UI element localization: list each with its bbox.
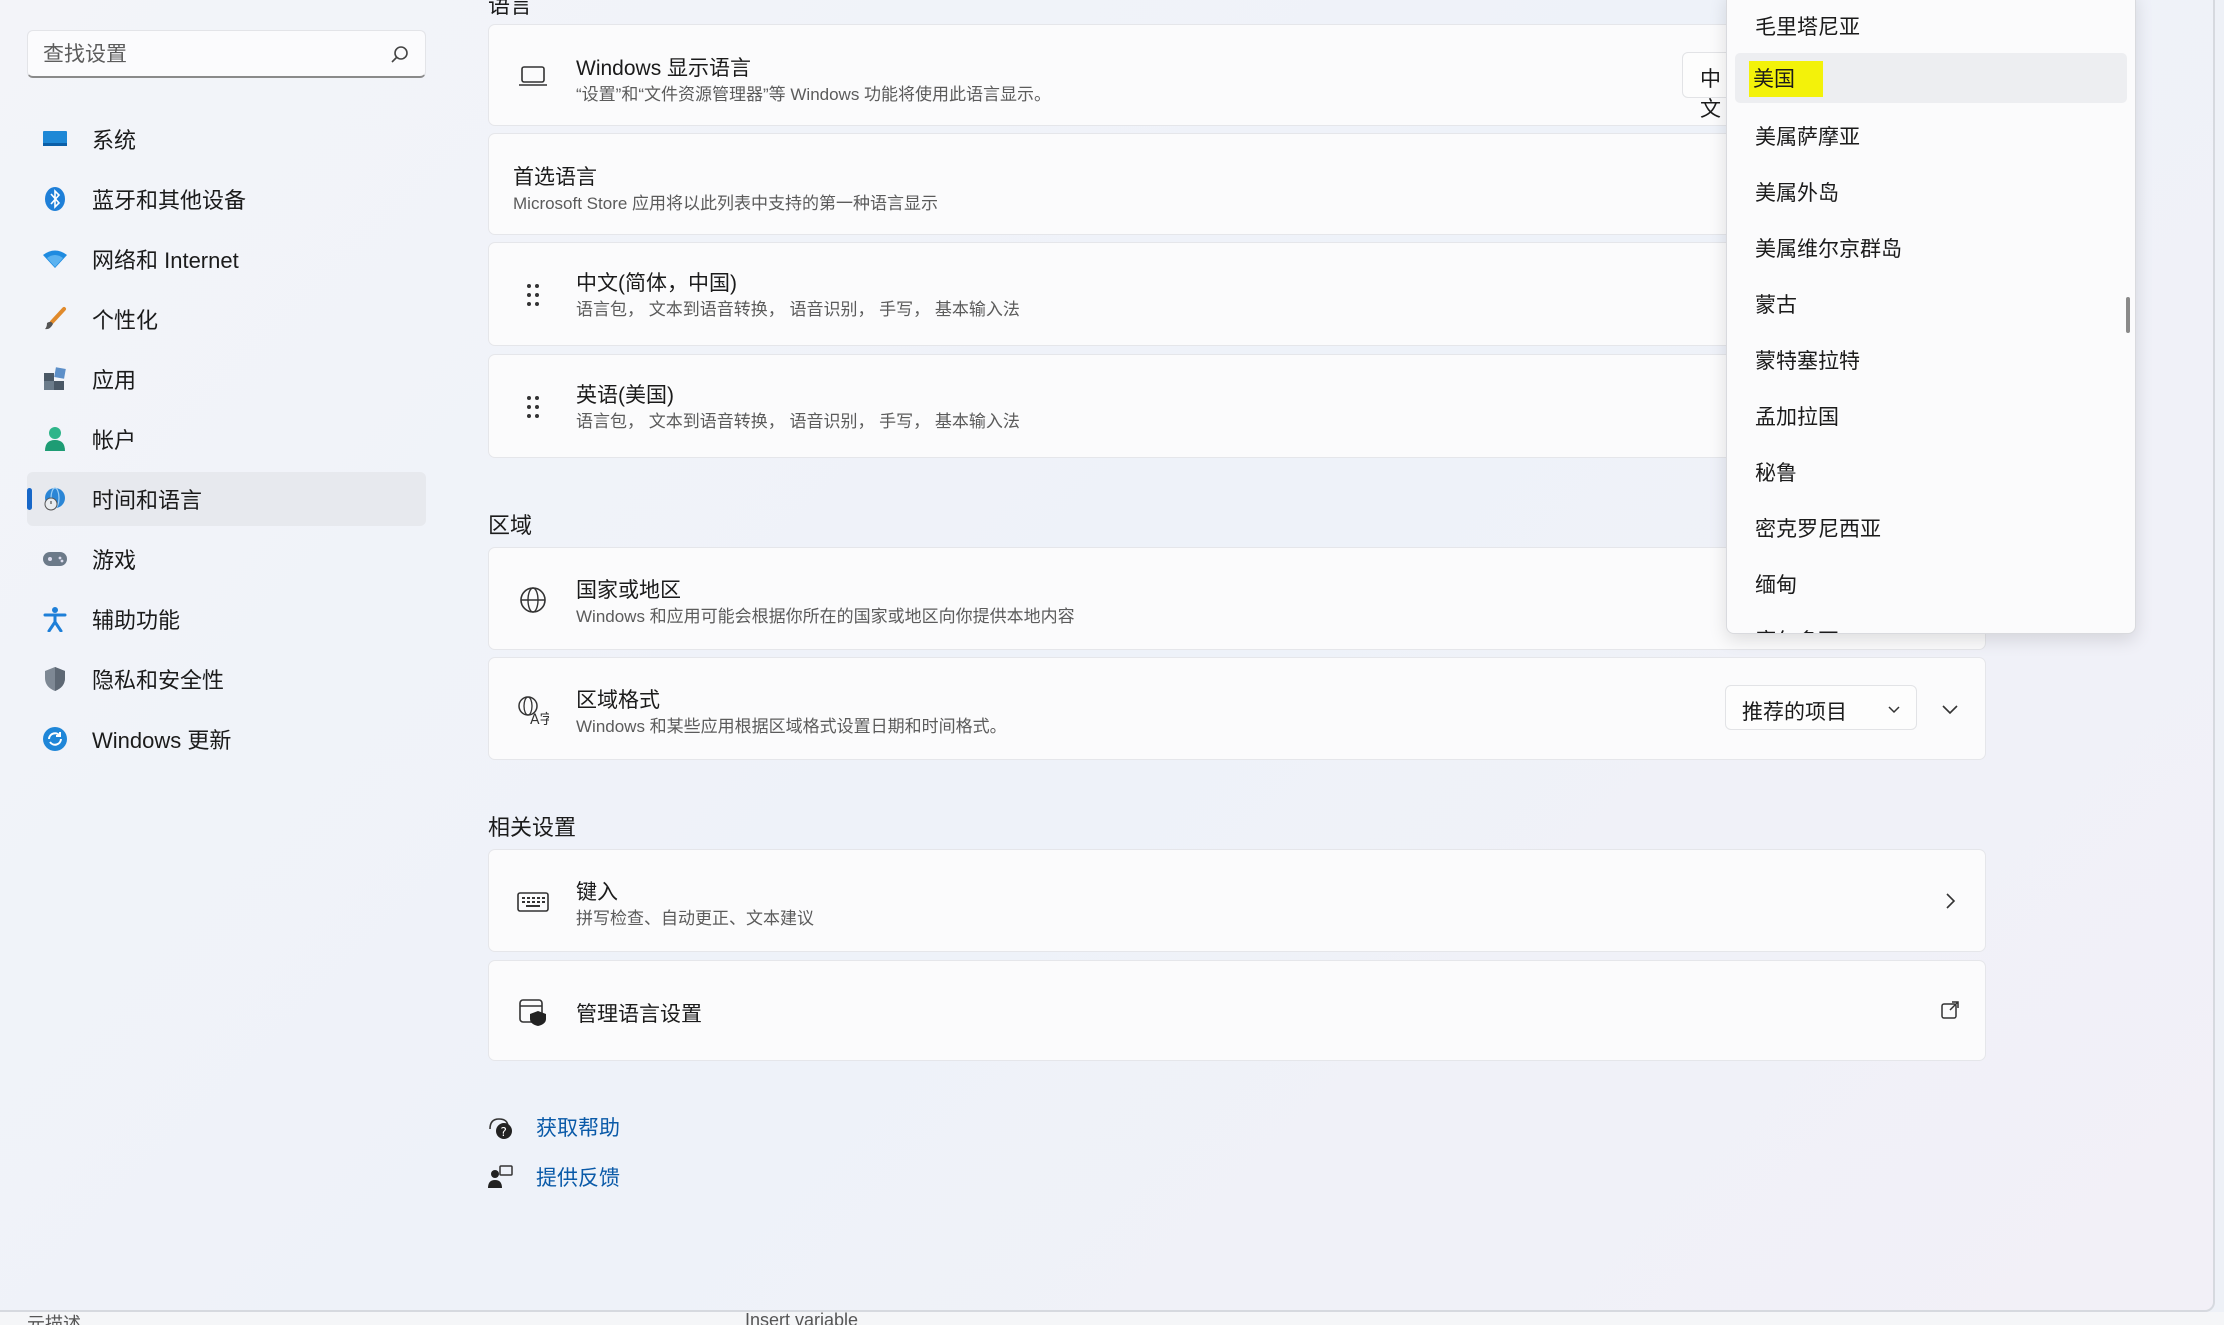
country-option[interactable]: 毛里塔尼亚 <box>1735 0 2127 49</box>
sidebar-item-label: 隐私和安全性 <box>92 668 225 693</box>
language-item-title: 中文(简体，中国) <box>576 272 737 295</box>
search-box[interactable] <box>27 30 426 78</box>
preferred-language-title: 首选语言 <box>513 166 597 189</box>
sidebar-item-label: 系统 <box>92 128 137 153</box>
country-region-title: 国家或地区 <box>576 579 681 602</box>
language-admin-icon <box>516 995 550 1029</box>
language-item-title: 英语(美国) <box>576 384 674 407</box>
country-option[interactable]: 美属外岛 <box>1735 165 2127 215</box>
country-option[interactable]: 孟加拉国 <box>1735 389 2127 439</box>
sidebar-item-system[interactable]: 系统 <box>27 112 426 166</box>
search-icon[interactable] <box>387 43 411 67</box>
globe-icon <box>516 583 550 617</box>
manage-language-title: 管理语言设置 <box>576 1003 702 1026</box>
sidebar-item-personalization[interactable]: 个性化 <box>27 292 426 346</box>
search-input[interactable] <box>43 41 373 69</box>
preferred-language-subtitle: Microsoft Store 应用将以此列表中支持的第一种语言显示 <box>513 194 939 213</box>
sidebar-item-label: 帐户 <box>92 428 137 453</box>
gamepad-icon <box>41 545 69 573</box>
apps-icon <box>41 365 69 393</box>
regional-format-value: 推荐的项目 <box>1742 701 1847 724</box>
language-item-subtitle: 语言包， 文本到语音转换， 语音识别， 手写， 基本输入法 <box>576 412 1020 431</box>
help-icon: ? <box>489 1118 512 1139</box>
country-option[interactable]: 蒙古 <box>1735 277 2127 327</box>
person-icon <box>41 425 69 453</box>
regional-format-dropdown[interactable]: 推荐的项目 <box>1725 685 1917 730</box>
sidebar-item-label: 辅助功能 <box>92 608 181 633</box>
shield-icon <box>41 665 69 693</box>
sidebar-item-privacy[interactable]: 隐私和安全性 <box>27 652 426 706</box>
related-section-title: 相关设置 <box>488 815 577 840</box>
feedback-link[interactable]: 提供反馈 <box>486 1162 620 1192</box>
svg-text:A字: A字 <box>530 712 549 725</box>
display-language-subtitle: “设置”和“文件资源管理器”等 Windows 功能将使用此语言显示。 <box>576 85 1052 104</box>
regional-format-title: 区域格式 <box>576 689 660 712</box>
typing-card[interactable]: 键入 拼写检查、自动更正、文本建议 <box>488 849 1986 952</box>
country-option[interactable]: 密克罗尼西亚 <box>1735 501 2127 551</box>
sidebar-item-label: 时间和语言 <box>92 488 203 513</box>
translate-icon: A字 <box>516 693 550 727</box>
sidebar-item-network[interactable]: 网络和 Internet <box>27 232 426 286</box>
country-option[interactable]: 缅甸 <box>1735 557 2127 607</box>
get-help-link[interactable]: ? 获取帮助 <box>486 1112 620 1142</box>
background-text-right: Insert variable <box>745 1310 859 1325</box>
country-option[interactable]: 摩尔多瓦 <box>1735 613 2127 633</box>
laptop-icon <box>516 59 550 93</box>
country-option[interactable]: 美属维尔京群岛 <box>1735 221 2127 271</box>
drag-handle-icon[interactable] <box>516 278 550 312</box>
sidebar-item-apps[interactable]: 应用 <box>27 352 426 406</box>
drag-handle-icon[interactable] <box>516 390 550 424</box>
sidebar-item-label: Windows 更新 <box>92 728 232 753</box>
background-text-left: 元描述 <box>27 1314 81 1325</box>
sidebar-item-label: 蓝牙和其他设备 <box>92 188 247 213</box>
keyboard-icon <box>516 885 550 919</box>
typing-title: 键入 <box>576 881 618 904</box>
popup-scrollbar[interactable] <box>2126 297 2130 333</box>
feedback-label[interactable]: 提供反馈 <box>536 1162 620 1192</box>
typing-subtitle: 拼写检查、自动更正、文本建议 <box>576 909 814 928</box>
country-option[interactable]: 蒙特塞拉特 <box>1735 333 2127 383</box>
country-option[interactable]: 美属萨摩亚 <box>1735 109 2127 159</box>
feedback-icon <box>488 1165 513 1188</box>
sidebar-item-time-language[interactable]: 时间和语言 <box>27 472 426 526</box>
update-icon <box>41 725 69 753</box>
sidebar-item-accessibility[interactable]: 辅助功能 <box>27 592 426 646</box>
sidebar-item-label: 个性化 <box>92 308 159 333</box>
country-region-subtitle: Windows 和应用可能会根据你所在的国家或地区向你提供本地内容 <box>576 607 1075 626</box>
globe-clock-icon <box>41 485 69 513</box>
settings-window: 系统 蓝牙和其他设备 网络和 Internet 个性化 应用 帐户 时间和语 <box>0 0 2215 1312</box>
display-icon <box>41 125 69 153</box>
sidebar-item-windows-update[interactable]: Windows 更新 <box>27 712 426 766</box>
sidebar-item-bluetooth[interactable]: 蓝牙和其他设备 <box>27 172 426 226</box>
language-item-subtitle: 语言包， 文本到语音转换， 语音识别， 手写， 基本输入法 <box>576 300 1020 319</box>
accessibility-icon <box>41 605 69 633</box>
display-language-title: Windows 显示语言 <box>576 57 752 80</box>
external-link-icon <box>1941 1001 1959 1019</box>
sidebar-item-label: 游戏 <box>92 548 137 573</box>
sidebar-item-label: 网络和 Internet <box>92 248 239 273</box>
sidebar-item-label: 应用 <box>92 368 137 393</box>
chevron-down-icon[interactable] <box>1939 698 1961 720</box>
sidebar-item-accounts[interactable]: 帐户 <box>27 412 426 466</box>
country-list-popup[interactable]: 毛里塔尼亚 美国 美属萨摩亚 美属外岛 美属维尔京群岛 蒙古 蒙特塞拉特 孟加拉… <box>1726 0 2136 634</box>
language-section-title: 语言 <box>488 0 533 18</box>
svg-text:?: ? <box>501 1125 507 1139</box>
background-app-strip: 元描述 Insert variable <box>0 1310 2224 1325</box>
wifi-icon <box>41 245 69 273</box>
country-option[interactable]: 秘鲁 <box>1735 445 2127 495</box>
regional-format-subtitle: Windows 和某些应用根据区域格式设置日期和时间格式。 <box>576 717 1007 736</box>
sidebar-item-gaming[interactable]: 游戏 <box>27 532 426 586</box>
chevron-down-icon <box>1888 706 1900 714</box>
brush-icon <box>41 305 69 333</box>
chevron-right-icon <box>1946 893 1956 909</box>
bluetooth-icon <box>41 185 69 213</box>
country-option-selected[interactable]: 美国 <box>1735 53 2127 103</box>
manage-language-card[interactable]: 管理语言设置 <box>488 960 1986 1061</box>
get-help-label[interactable]: 获取帮助 <box>536 1112 620 1142</box>
region-section-title: 区域 <box>488 513 533 538</box>
